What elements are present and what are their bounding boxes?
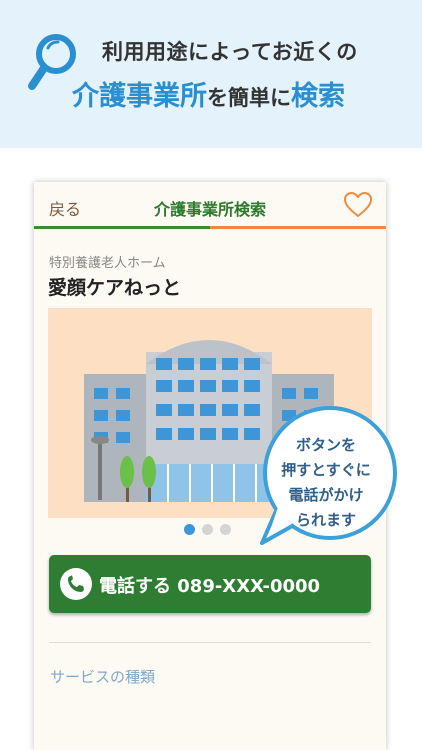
magnifier-icon — [28, 34, 76, 90]
heart-icon[interactable] — [344, 192, 372, 218]
nav-bar: 戻る 介護事業所検索 — [34, 182, 386, 228]
photo-pagination — [184, 524, 244, 536]
call-button[interactable]: 電話する 089-XXX-0000 — [49, 555, 371, 613]
nav-underline-right — [210, 226, 386, 229]
hero-subheadline: 介護事業所を簡単に検索 — [72, 74, 345, 113]
hero-connector: を簡単に — [207, 86, 291, 110]
tooltip-line: ボタンを — [295, 436, 356, 454]
pagination-dot[interactable] — [202, 524, 213, 535]
phone-icon — [60, 568, 92, 600]
tooltip-line: 電話がかけ — [288, 486, 364, 504]
hero-banner: 利用用途によってお近くの 介護事業所を簡単に検索 — [0, 0, 422, 148]
facility-name: 愛顔ケアねっと — [48, 277, 182, 299]
nav-underline-left — [34, 226, 210, 229]
tooltip-line: 押すとすぐに — [281, 461, 371, 479]
facility-category: 特別養護老人ホーム — [49, 256, 166, 271]
pagination-dot-active[interactable] — [184, 524, 195, 535]
hero-headline: 利用用途によってお近くの — [102, 40, 358, 64]
hero-keyword-facility: 介護事業所 — [72, 81, 207, 112]
hero-keyword-search: 検索 — [291, 81, 345, 112]
section-divider — [49, 642, 371, 643]
service-type-heading: サービスの種類 — [50, 668, 156, 686]
call-button-label: 電話する 089-XXX-0000 — [99, 576, 321, 597]
tooltip-text: ボタンを 押すとすぐに 電話がかけ られます — [252, 433, 400, 533]
pagination-dot[interactable] — [220, 524, 231, 535]
tooltip-line: られます — [295, 511, 356, 529]
page-title: 介護事業所検索 — [153, 200, 266, 219]
